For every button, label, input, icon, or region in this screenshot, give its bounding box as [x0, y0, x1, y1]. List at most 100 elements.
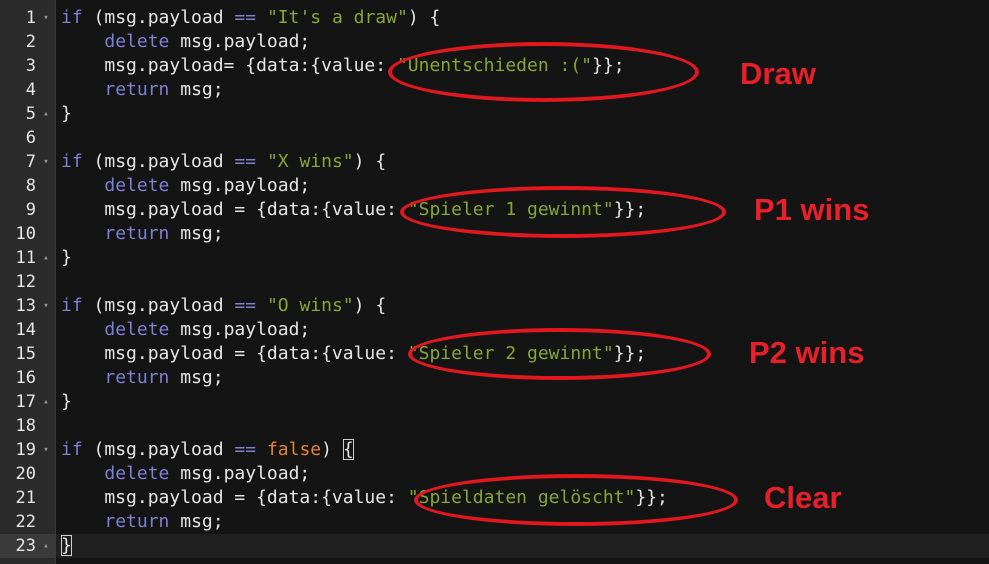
code-token-plain: ) {	[353, 295, 387, 316]
line-number: 12	[15, 272, 36, 292]
line-number: 5	[25, 104, 36, 124]
fold-toggle-icon[interactable]: ▴	[40, 246, 52, 270]
fold-toggle-icon[interactable]: ▾	[40, 294, 52, 318]
code-text: if (msg.payload == "X wins") {	[61, 150, 386, 174]
code-token-plain: msg;	[169, 367, 224, 388]
code-line[interactable]: if (msg.payload == "X wins") {	[56, 150, 989, 174]
code-line[interactable]: if (msg.payload == "It's a draw") {	[56, 6, 989, 30]
code-line[interactable]	[56, 270, 989, 294]
fold-toggle-icon[interactable]: ▾	[40, 438, 52, 462]
code-token-kw: delete	[104, 319, 170, 340]
code-token-kw: delete	[104, 463, 170, 484]
line-number: 2	[25, 32, 36, 52]
code-token-str: "O wins"	[266, 295, 354, 316]
line-number: 7	[25, 152, 36, 172]
code-token-bracket: }	[61, 535, 72, 556]
line-number: 23	[15, 536, 36, 556]
code-token-bool: false	[266, 439, 322, 460]
code-token-kw: ==	[234, 7, 257, 28]
code-text: if (msg.payload == "It's a draw") {	[61, 6, 440, 30]
code-token-plain: ) {	[353, 151, 387, 172]
code-token-plain: (msg.payload	[82, 7, 235, 28]
line-number: 21	[15, 488, 36, 508]
code-text: }	[61, 534, 72, 558]
code-line[interactable]: }	[56, 102, 989, 126]
fold-toggle-icon[interactable]: ▴	[40, 102, 52, 126]
code-token-plain: }	[61, 103, 72, 124]
code-text: delete msg.payload;	[61, 174, 310, 198]
fold-toggle-icon[interactable]: ▾	[40, 6, 52, 30]
code-line[interactable]: if (msg.payload == false) {	[56, 438, 989, 462]
line-number-gutter: 1 ▾ 2 3 4 5 ▴ 6 7 ▾ 8 9 10 11 ▴ 12 13 ▾ 14 15 16 17 ▴ 18 19 ▾ 20 21…	[0, 0, 56, 564]
code-token-kw: delete	[104, 31, 170, 52]
code-token-kw: ==	[234, 439, 257, 460]
code-token-kw: ==	[234, 295, 257, 316]
highlight-oval-draw	[388, 42, 699, 102]
code-line[interactable]	[56, 414, 989, 438]
code-text: }	[61, 102, 72, 126]
code-line-active[interactable]: }	[56, 534, 989, 558]
code-text: return msg;	[61, 366, 224, 390]
code-line[interactable]: }	[56, 390, 989, 414]
code-token-plain: msg.payload;	[169, 319, 311, 340]
code-token-plain: (msg.payload	[82, 439, 235, 460]
code-line[interactable]: }	[56, 246, 989, 270]
annotation-draw: Draw	[740, 56, 816, 91]
code-token-kw: if	[61, 151, 83, 172]
annotation-p2-wins: P2 wins	[749, 335, 865, 370]
code-line[interactable]: if (msg.payload == "O wins") {	[56, 294, 989, 318]
fold-toggle-icon[interactable]: ▴	[40, 534, 52, 558]
code-token-plain: msg.payload;	[169, 31, 311, 52]
line-number: 18	[15, 416, 36, 436]
code-token-plain: }	[61, 247, 72, 268]
code-token-plain: msg;	[169, 223, 224, 244]
fold-toggle-icon[interactable]: ▴	[40, 390, 52, 414]
code-token-kw: delete	[104, 175, 170, 196]
code-text: return msg;	[61, 78, 224, 102]
fold-toggle-icon[interactable]: ▾	[40, 150, 52, 174]
code-token-plain: (msg.payload	[82, 295, 235, 316]
line-number: 14	[15, 320, 36, 340]
code-token-kw: return	[104, 79, 170, 100]
code-token-kw: if	[61, 295, 83, 316]
line-number: 19	[15, 440, 36, 460]
code-token-plain: msg;	[169, 79, 224, 100]
code-token-plain: )	[321, 439, 343, 460]
annotation-clear: Clear	[764, 480, 842, 515]
code-text: return msg;	[61, 222, 224, 246]
line-number: 10	[15, 224, 36, 244]
line-number: 9	[25, 200, 36, 220]
code-token-plain: msg.payload = {data:{value:	[61, 199, 408, 220]
code-token-plain: ) {	[407, 7, 441, 28]
code-text: delete msg.payload;	[61, 318, 310, 342]
code-token-plain: }	[61, 391, 72, 412]
code-token-plain: msg.payload;	[169, 463, 311, 484]
code-text: if (msg.payload == false) {	[61, 438, 354, 462]
code-token-bracket: {	[342, 439, 354, 460]
line-number: 17	[15, 392, 36, 412]
code-token-kw: return	[104, 367, 170, 388]
code-token-plain: msg;	[169, 511, 224, 532]
line-number: 11	[15, 248, 36, 268]
line-number: 16	[15, 368, 36, 388]
code-token-kw: if	[61, 439, 83, 460]
code-token-plain: msg.payload = {data:{value:	[61, 487, 408, 508]
code-token-str: "X wins"	[266, 151, 354, 172]
line-number: 1	[25, 8, 36, 28]
code-token-str: "It's a draw"	[266, 7, 408, 28]
code-text: if (msg.payload == "O wins") {	[61, 294, 386, 318]
code-editor[interactable]: 1 ▾ 2 3 4 5 ▴ 6 7 ▾ 8 9 10 11 ▴ 12 13 ▾ 14 15 16 17 ▴ 18 19 ▾ 20 21…	[0, 0, 989, 564]
line-number: 20	[15, 464, 36, 484]
code-line[interactable]	[56, 126, 989, 150]
code-text: delete msg.payload;	[61, 462, 310, 486]
highlight-oval-p2	[408, 328, 711, 380]
